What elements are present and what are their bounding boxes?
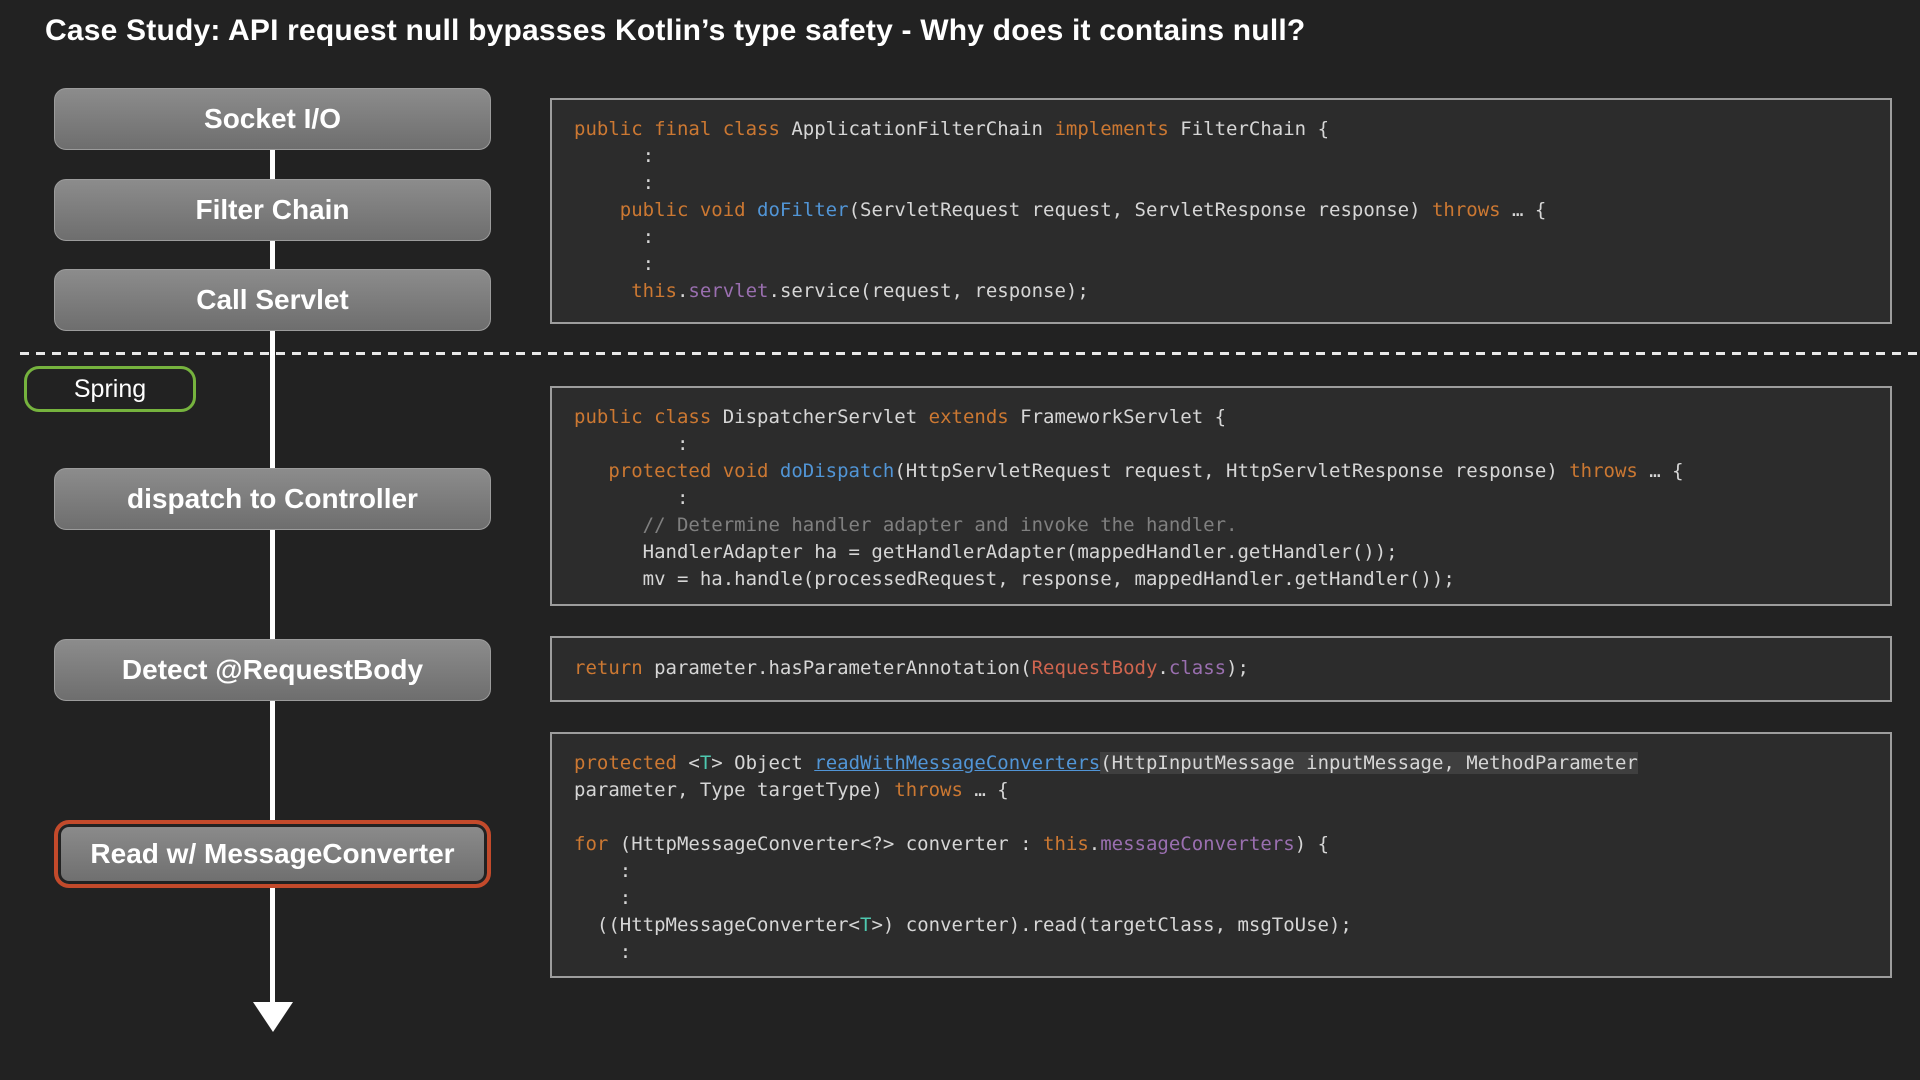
code-line: : <box>574 858 1868 885</box>
code-line: : <box>574 939 1868 966</box>
page-title: Case Study: API request null bypasses Ko… <box>45 14 1305 48</box>
code-line: protected <T> Object readWithMessageConv… <box>574 750 1868 777</box>
flow-box-label: Socket I/O <box>204 103 341 135</box>
code-line: HandlerAdapter ha = getHandlerAdapter(ma… <box>574 539 1868 566</box>
flow-box-label: Call Servlet <box>196 284 349 316</box>
code-line: : <box>574 170 1868 197</box>
code-line: : <box>574 885 1868 912</box>
code-line <box>574 804 1868 831</box>
flow-box-label: Filter Chain <box>195 194 349 226</box>
spring-badge: Spring <box>24 366 196 412</box>
flow-arrow-head <box>253 1002 293 1032</box>
code-line: protected void doDispatch(HttpServletReq… <box>574 458 1868 485</box>
code-panel-request-body-check: return parameter.hasParameterAnnotation(… <box>550 636 1892 702</box>
flow-box-label: dispatch to Controller <box>127 483 418 515</box>
flow-box-label: Detect @RequestBody <box>122 654 423 686</box>
flow-box-call-servlet: Call Servlet <box>54 269 491 331</box>
code-line: parameter, Type targetType) throws … { <box>574 777 1868 804</box>
code-line: : <box>574 431 1868 458</box>
code-line: : <box>574 485 1868 512</box>
code-line: this.servlet.service(request, response); <box>574 278 1868 305</box>
code-line: public final class ApplicationFilterChai… <box>574 116 1868 143</box>
code-panel-application-filter-chain: public final class ApplicationFilterChai… <box>550 98 1892 324</box>
code-line: public void doFilter(ServletRequest requ… <box>574 197 1868 224</box>
slide: Case Study: API request null bypasses Ko… <box>0 0 1920 1080</box>
flow-box-filter-chain: Filter Chain <box>54 179 491 241</box>
flow-box-socket-io: Socket I/O <box>54 88 491 150</box>
code-line: for (HttpMessageConverter<?> converter :… <box>574 831 1868 858</box>
code-panel-read-with-message-converters: protected <T> Object readWithMessageConv… <box>550 732 1892 978</box>
code-line: // Determine handler adapter and invoke … <box>574 512 1868 539</box>
code-line: : <box>574 143 1868 170</box>
code-line: : <box>574 251 1868 278</box>
code-line: mv = ha.handle(processedRequest, respons… <box>574 566 1868 593</box>
flow-box-read-with-message-converter: Read w/ MessageConverter <box>54 820 491 888</box>
code-line: return parameter.hasParameterAnnotation(… <box>574 655 1868 682</box>
code-panel-dispatcher-servlet: public class DispatcherServlet extends F… <box>550 386 1892 606</box>
spring-badge-label: Spring <box>74 375 146 404</box>
spring-boundary-divider <box>20 352 1920 355</box>
flow-box-detect-request-body: Detect @RequestBody <box>54 639 491 701</box>
flow-box-label: Read w/ MessageConverter <box>90 838 454 870</box>
flow-box-dispatch-to-controller: dispatch to Controller <box>54 468 491 530</box>
code-line: ((HttpMessageConverter<T>) converter).re… <box>574 912 1868 939</box>
code-line: public class DispatcherServlet extends F… <box>574 404 1868 431</box>
code-line: : <box>574 224 1868 251</box>
